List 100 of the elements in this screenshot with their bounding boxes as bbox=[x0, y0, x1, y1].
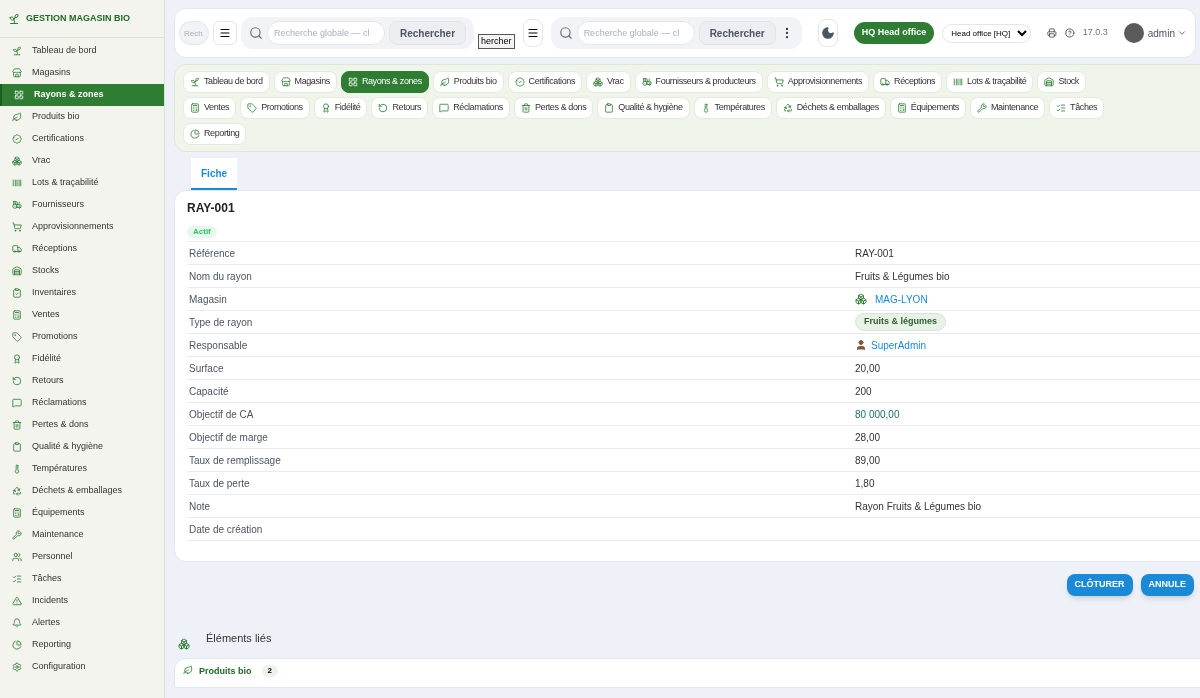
sidebar-item[interactable]: Tâches bbox=[0, 568, 164, 590]
module-tab[interactable]: Reporting bbox=[183, 123, 247, 145]
field-label: Nom du rayon bbox=[188, 269, 253, 284]
sidebar-item[interactable]: Reporting bbox=[0, 634, 164, 656]
module-tab[interactable]: Réceptions bbox=[873, 71, 943, 93]
form-tab[interactable]: Fiche bbox=[191, 158, 238, 190]
barcode-icon bbox=[953, 77, 964, 87]
sidebar-item[interactable]: Personnel bbox=[0, 546, 164, 568]
warning-icon bbox=[12, 596, 22, 606]
module-tab[interactable]: Équipements bbox=[889, 97, 966, 119]
menu-button[interactable] bbox=[522, 19, 543, 47]
module-tab[interactable]: Réclamations bbox=[432, 97, 510, 119]
sidebar-item[interactable]: Fournisseurs bbox=[0, 194, 164, 216]
print-icon[interactable] bbox=[1047, 26, 1057, 40]
field-label: Responsable bbox=[188, 338, 249, 353]
search-field[interactable]: Recherche globale — cl bbox=[576, 21, 695, 45]
wrench-icon bbox=[976, 103, 987, 113]
field-value: Fruits & Légumes bio bbox=[855, 269, 950, 284]
sidebar-item[interactable]: Équipements bbox=[0, 502, 164, 524]
user-link[interactable]: SuperAdmin bbox=[871, 337, 927, 353]
action-button[interactable]: CLÔTURER bbox=[1066, 574, 1133, 596]
truck-icon bbox=[880, 77, 891, 87]
store-link[interactable]: MAG-LYON bbox=[875, 291, 928, 307]
search-button[interactable]: Rechercher bbox=[698, 21, 776, 45]
sidebar-item[interactable]: Retours bbox=[0, 370, 164, 392]
sprout-icon bbox=[8, 12, 20, 25]
sidebar-item[interactable]: Températures bbox=[0, 458, 164, 480]
module-tab[interactable]: Promotions bbox=[240, 97, 310, 119]
sidebar-item[interactable]: Produits bio bbox=[0, 106, 164, 128]
module-tab[interactable]: Déchets & emballages bbox=[775, 97, 886, 119]
action-button[interactable]: ANNULE bbox=[1140, 574, 1194, 596]
sidebar-item[interactable]: Alertes bbox=[0, 612, 164, 634]
sidebar-item[interactable]: Maintenance bbox=[0, 524, 164, 546]
module-tab[interactable]: Pertes & dons bbox=[513, 97, 594, 119]
sidebar-item[interactable]: Certifications bbox=[0, 128, 164, 150]
status-badge: Actif bbox=[187, 226, 217, 238]
award-icon bbox=[320, 103, 331, 113]
search-button[interactable]: hercher bbox=[478, 33, 515, 49]
module-tab[interactable]: Ventes bbox=[183, 97, 237, 119]
sidebar-item[interactable]: Lots & traçabilité bbox=[0, 172, 164, 194]
sidebar-item[interactable]: Magasins bbox=[0, 62, 164, 84]
sidebar-item[interactable]: Qualité & hygiène bbox=[0, 436, 164, 458]
field-value: 200 bbox=[855, 384, 872, 399]
field-label: Note bbox=[188, 499, 212, 514]
sidebar-item[interactable]: Incidents bbox=[0, 590, 164, 612]
sidebar-item[interactable]: Vrac bbox=[0, 150, 164, 172]
barcode-icon bbox=[12, 178, 22, 188]
company-badge: HQ Head office bbox=[853, 22, 935, 44]
sidebar-item[interactable]: Rayons & zones bbox=[0, 84, 164, 106]
sidebar-item[interactable]: Stocks bbox=[0, 260, 164, 282]
cart-icon bbox=[773, 77, 784, 87]
module-tab[interactable]: Approvisionnements bbox=[766, 71, 870, 93]
sidebar-item[interactable]: Réclamations bbox=[0, 392, 164, 414]
module-tab[interactable]: Fidélité bbox=[313, 97, 368, 119]
sidebar-item[interactable]: Ventes bbox=[0, 304, 164, 326]
module-tab[interactable]: Lots & traçabilité bbox=[946, 71, 1034, 93]
module-tab[interactable]: Certifications bbox=[507, 71, 582, 93]
module-tab[interactable]: Rayons & zones bbox=[340, 71, 429, 93]
sidebar-item[interactable]: Fidélité bbox=[0, 348, 164, 370]
leaf-icon bbox=[439, 77, 450, 87]
field-label: Capacité bbox=[188, 384, 230, 399]
sidebar-item[interactable]: Réceptions bbox=[0, 238, 164, 260]
sidebar-item[interactable]: Inventaires bbox=[0, 282, 164, 304]
warehouse-icon bbox=[1044, 77, 1055, 87]
register-icon bbox=[190, 103, 200, 113]
theme-button[interactable] bbox=[817, 19, 838, 47]
module-tab[interactable]: Stock bbox=[1037, 71, 1086, 93]
module-tab[interactable]: Magasins bbox=[273, 71, 337, 93]
help-icon[interactable] bbox=[1065, 26, 1075, 40]
field-value: 20,00 bbox=[855, 361, 881, 376]
menu-button[interactable] bbox=[213, 21, 237, 45]
sidebar-item[interactable]: Pertes & dons bbox=[0, 414, 164, 436]
search-field[interactable]: Rech bbox=[179, 21, 209, 45]
sidebar-item[interactable]: Approvisionnements bbox=[0, 216, 164, 238]
module-tab[interactable]: Qualité & hygiène bbox=[597, 97, 690, 119]
truck-icon bbox=[12, 244, 22, 254]
search-field[interactable]: Recherche globale — cl bbox=[267, 21, 385, 45]
module-tab[interactable]: Tableau de bord bbox=[183, 71, 270, 93]
module-tab[interactable]: Fournisseurs & producteurs bbox=[634, 71, 763, 93]
search-button[interactable]: Rechercher bbox=[389, 21, 467, 45]
module-tab[interactable]: Tâches bbox=[1049, 97, 1105, 119]
menu-icon bbox=[526, 27, 539, 39]
sidebar-item[interactable]: Tableau de bord bbox=[0, 40, 164, 62]
bell-icon bbox=[12, 618, 22, 628]
checklist-icon bbox=[1056, 103, 1067, 113]
search-icon bbox=[558, 26, 573, 40]
module-tab[interactable]: Températures bbox=[693, 97, 772, 119]
sidebar-item[interactable]: Déchets & emballages bbox=[0, 480, 164, 502]
module-tab[interactable]: Retours bbox=[371, 97, 429, 119]
user-menu[interactable]: admin bbox=[1147, 25, 1187, 41]
company-select[interactable]: Head office [HQ] bbox=[942, 23, 1032, 43]
module-tab[interactable]: Produits bio bbox=[432, 71, 504, 93]
undo-icon bbox=[378, 103, 389, 113]
module-tab[interactable]: Maintenance bbox=[969, 97, 1046, 119]
checklist-icon bbox=[12, 574, 22, 584]
sidebar-item[interactable]: Promotions bbox=[0, 326, 164, 348]
grid-icon bbox=[347, 77, 358, 87]
module-tab[interactable]: Vrac bbox=[586, 71, 631, 93]
pie-chart-icon bbox=[190, 129, 200, 139]
sidebar-item[interactable]: Configuration bbox=[0, 656, 164, 678]
